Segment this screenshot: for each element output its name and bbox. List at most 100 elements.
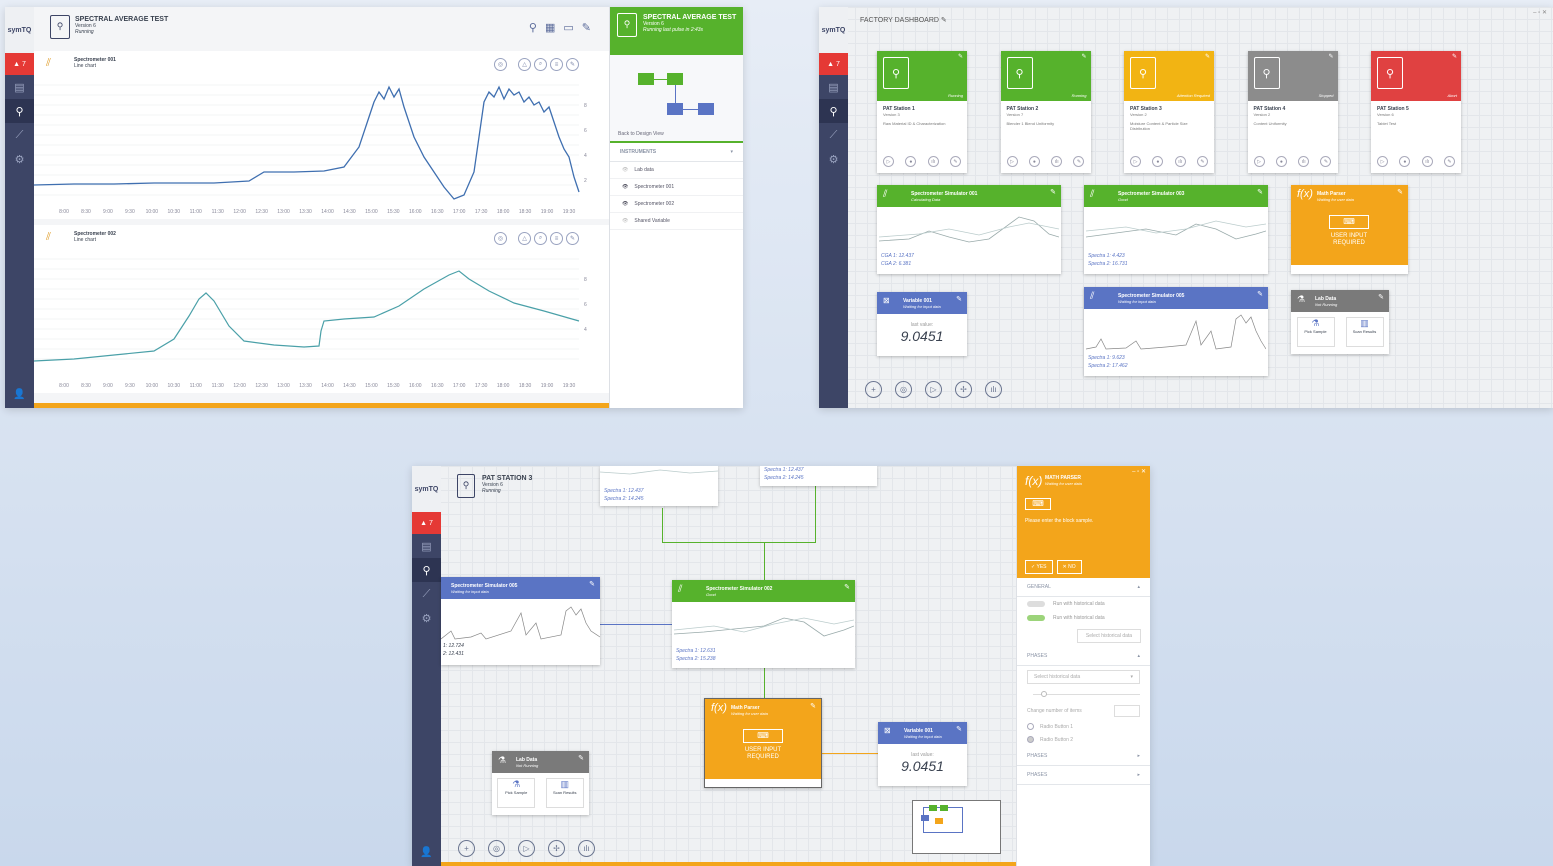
pin-icon[interactable]: ✎ (1205, 53, 1210, 60)
alert-badge[interactable]: ▲ 7 (412, 512, 441, 534)
edit-icon[interactable]: ✎ (949, 156, 961, 167)
pin-icon[interactable]: ✎ (589, 580, 595, 588)
target-icon[interactable]: ◎ (488, 840, 505, 857)
stats-icon[interactable]: ılı (1298, 156, 1310, 167)
alert-badge[interactable]: ▲ 7 (5, 53, 34, 75)
window-controls[interactable]: – ▫ ✕ (1132, 468, 1146, 475)
window-controls[interactable]: – ▫ ✕ (1533, 9, 1547, 16)
pin-icon[interactable]: ✎ (1081, 53, 1086, 60)
pin-icon[interactable]: ✎ (958, 53, 963, 60)
minimap[interactable] (912, 800, 1001, 854)
card-math-parser[interactable]: f(x) Math Parser Waiting for user data ✎… (1291, 185, 1408, 274)
station-card[interactable]: ⚲ ✎ Abort PAT Station 5 Version 6 Tablet Tes… (1371, 51, 1461, 173)
record-icon[interactable]: ● (1275, 156, 1287, 167)
eye-icon[interactable]: 👁 (622, 218, 628, 224)
nav-workflow-icon[interactable]: ⚲ (412, 558, 441, 582)
pick-sample-button[interactable]: ⚗ Pick Sample (1296, 317, 1335, 347)
card-lab-data[interactable]: ⚗ Lab Data Not Running ✎ ⚗ Pick Sample ▥ Scan… (1291, 290, 1389, 354)
play-icon[interactable]: ▷ (925, 381, 942, 398)
nav-chart-icon[interactable]: ⟋ (819, 123, 848, 147)
pin-icon[interactable]: ✎ (578, 754, 584, 762)
card-sim-005[interactable]: Spectrometer Simulator 005 Waiting for in… (441, 577, 600, 665)
triangle-icon[interactable]: △ (518, 232, 531, 245)
user-icon[interactable]: 👤 (412, 847, 441, 858)
phases-section-2[interactable]: PHASES ▸ (1017, 747, 1150, 766)
pin-icon[interactable]: ✎ (566, 232, 579, 245)
edit-icon[interactable]: ✎ (1443, 156, 1455, 167)
stats-icon[interactable]: ılı (1051, 156, 1063, 167)
toggle-2[interactable] (1027, 615, 1045, 621)
stats-icon[interactable]: ılı (1421, 156, 1433, 167)
add-icon[interactable]: + (458, 840, 475, 857)
play-icon[interactable]: ▷ (1253, 156, 1265, 167)
nav-workflow-icon[interactable]: ⚲ (5, 99, 34, 123)
pin-icon[interactable]: ✎ (844, 583, 850, 591)
play-icon[interactable]: ▷ (518, 840, 535, 857)
instrument-item[interactable]: 👁 Spectrometer 002 (610, 196, 743, 213)
target-icon[interactable]: ◎ (494, 58, 507, 71)
lines-icon[interactable]: ≡ (550, 58, 563, 71)
play-icon[interactable]: ▷ (883, 156, 894, 167)
pick-sample-button[interactable]: ⚗ Pick Sample (497, 778, 536, 808)
stats-icon[interactable]: ılı (927, 156, 939, 167)
pin-icon[interactable]: ✎ (1257, 290, 1263, 298)
yes-button[interactable]: ✓ YES (1025, 560, 1053, 574)
flow-icon[interactable]: ✢ (955, 381, 972, 398)
lines-icon[interactable]: ≡ (550, 232, 563, 245)
tree-icon[interactable]: ⚲ (529, 22, 545, 34)
nav-dashboard-icon[interactable]: ▤ (819, 75, 848, 99)
play-icon[interactable]: ▷ (1130, 156, 1141, 167)
instrument-item[interactable]: 👁 Lab data (610, 162, 743, 179)
record-icon[interactable]: ● (1399, 156, 1411, 167)
select-historical-button[interactable]: Select historical data (1077, 629, 1141, 643)
eye-icon[interactable]: 👁 (622, 167, 628, 173)
record-icon[interactable]: ● (1152, 156, 1164, 167)
pin-icon[interactable]: ✎ (566, 58, 579, 71)
pin-icon[interactable]: ✎ (1378, 293, 1384, 301)
radio-2[interactable] (1027, 736, 1034, 743)
card-sim-001[interactable]: ⫽ Spectrometer Simulator 001 Calculating D… (877, 185, 1061, 274)
instruments-section[interactable]: INSTRUMENTS ▾ (610, 143, 743, 162)
nav-dashboard-icon[interactable]: ▤ (5, 75, 34, 99)
station-card[interactable]: ⚲ ✎ Stopped PAT Station 4 Version 2 Content … (1247, 51, 1338, 173)
pin-icon[interactable]: ✎ (582, 22, 599, 34)
pin-icon[interactable]: ✎ (956, 725, 962, 733)
instrument-item[interactable]: 👁 Shared Variable (610, 213, 743, 230)
toggle-1[interactable] (1027, 601, 1045, 607)
layout-icon[interactable]: ▦ (545, 22, 563, 34)
pin-icon[interactable]: ✎ (1328, 53, 1333, 60)
nav-workflow-icon[interactable]: ⚲ (819, 99, 848, 123)
card-sim-002[interactable]: ⫽ Spectrometer Simulator 002 Good ✎ Spectra… (672, 580, 855, 668)
scan-results-button[interactable]: ▥ Scan Results (545, 778, 584, 808)
pin-icon[interactable]: ✎ (956, 295, 962, 303)
design-link[interactable]: Back to Design View (618, 131, 664, 137)
card-lab-data[interactable]: ⚗ Lab Data Not Running ✎ ⚗ Pick Sample ▥ Scan… (492, 751, 589, 815)
pin-icon[interactable]: ✎ (1050, 188, 1056, 196)
mini-diagram[interactable]: Back to Design View (610, 55, 743, 141)
edit-icon[interactable]: ✎ (1073, 156, 1085, 167)
user-icon[interactable]: 👤 (5, 389, 34, 400)
station-card[interactable]: ⚲ ✎ Running PAT Station 1 Version 3 Raw Mate… (877, 51, 967, 173)
eye-icon[interactable]: 👁 (622, 201, 628, 207)
radio-1[interactable] (1027, 723, 1034, 730)
card-sim-003[interactable]: ⫽ Spectrometer Simulator 003 Good ✎ Spectra… (1084, 185, 1268, 274)
target-icon[interactable]: ◎ (895, 381, 912, 398)
no-button[interactable]: ✕ NO (1056, 560, 1082, 574)
instrument-item[interactable]: 👁 Spectrometer 001 (610, 179, 743, 196)
play-icon[interactable]: ▷ (1377, 156, 1388, 167)
scan-results-button[interactable]: ▥ Scan Results (1345, 317, 1384, 347)
pin-icon[interactable]: ✎ (1452, 53, 1457, 60)
pin-icon[interactable]: ✎ (1397, 188, 1403, 196)
nav-settings-icon[interactable]: ⚙ (819, 147, 848, 171)
target-icon[interactable]: ◎ (494, 232, 507, 245)
stats-icon[interactable]: ılı (985, 381, 1002, 398)
card-top-2[interactable]: Spectra 1: 12.437 Spectra 2: 14.245 (760, 466, 877, 486)
card-variable-001[interactable]: ⊠ Variable 001 Waiting for input data ✎ las… (878, 722, 967, 786)
edit-icon[interactable]: ✎ (941, 17, 947, 24)
nav-chart-icon[interactable]: ⟋ (412, 582, 441, 606)
eye-icon[interactable]: 👁 (622, 184, 628, 190)
phases-section-3[interactable]: PHASES ▸ (1017, 766, 1150, 785)
zoom-icon[interactable]: ⌕ (534, 232, 547, 245)
general-section[interactable]: GENERAL ▴ (1017, 578, 1150, 597)
card-math-parser[interactable]: f(x) Math Parser Waiting for user data ✎… (704, 698, 822, 788)
